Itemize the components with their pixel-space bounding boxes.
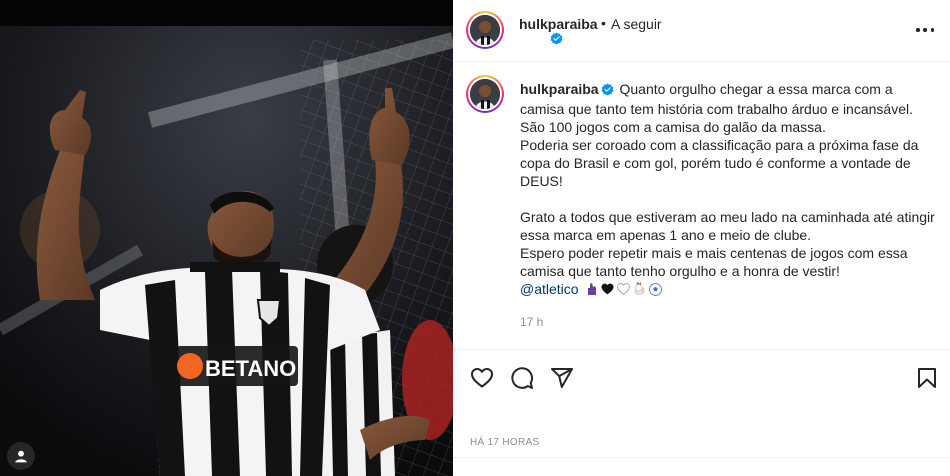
user-tag-button[interactable] [7,442,35,470]
caption-emojis [586,282,663,296]
verified-badge-icon [550,32,563,50]
caption-avatar[interactable] [466,75,504,113]
soccer-ball-icon [649,282,663,296]
caption-line-5: Espero poder repetir mais e mais centena… [520,245,908,279]
post-side-panel: hulkparaiba • A seguir hulkparaiba Quant… [453,0,950,476]
verified-badge-icon [601,82,614,100]
post-caption: hulkparaiba Quanto orgulho chegar a essa… [520,80,940,298]
black-heart-icon [602,283,614,295]
photo-scene: BETANO [0,0,453,476]
following-button[interactable]: A seguir [611,16,662,32]
caption-timestamp[interactable]: 17 h [520,315,543,329]
comment-icon [511,367,533,389]
user-tag-icon [15,450,27,463]
post-photo[interactable]: BETANO [0,0,453,476]
profile-picture [470,15,500,45]
post-header: hulkparaiba • A seguir [453,0,950,62]
mention-link[interactable]: @atletico [520,281,579,297]
more-options-icon [916,28,920,32]
caption-line-4: Grato a todos que estiveram ao meu lado … [520,209,935,243]
hand-icon [588,283,597,295]
caption-section: hulkparaiba Quanto orgulho chegar a essa… [453,63,950,350]
post-date[interactable]: HÁ 17 HORAS [470,437,539,448]
comment-button[interactable] [510,366,534,390]
save-button[interactable] [915,366,939,390]
profile-picture [470,79,500,109]
header-separator: • [601,15,606,31]
avatar[interactable] [466,11,504,49]
caption-line-2: São 100 jogos com a camisa do galão da m… [520,119,826,135]
share-button[interactable] [550,366,574,390]
caption-line-3: Poderia ser coroado com a classificação … [520,137,919,189]
post-author-username[interactable]: hulkparaiba [519,16,598,32]
like-button[interactable] [470,366,494,390]
bookmark-icon [918,368,936,388]
jersey-sponsor: BETANO [205,356,296,381]
heart-icon [471,368,493,388]
action-bar [453,351,950,411]
caption-username[interactable]: hulkparaiba [520,81,599,97]
rooster-icon [635,282,646,295]
divider [453,457,950,458]
share-icon [551,368,573,388]
more-options-button[interactable] [913,22,937,38]
white-heart-icon [617,283,631,295]
